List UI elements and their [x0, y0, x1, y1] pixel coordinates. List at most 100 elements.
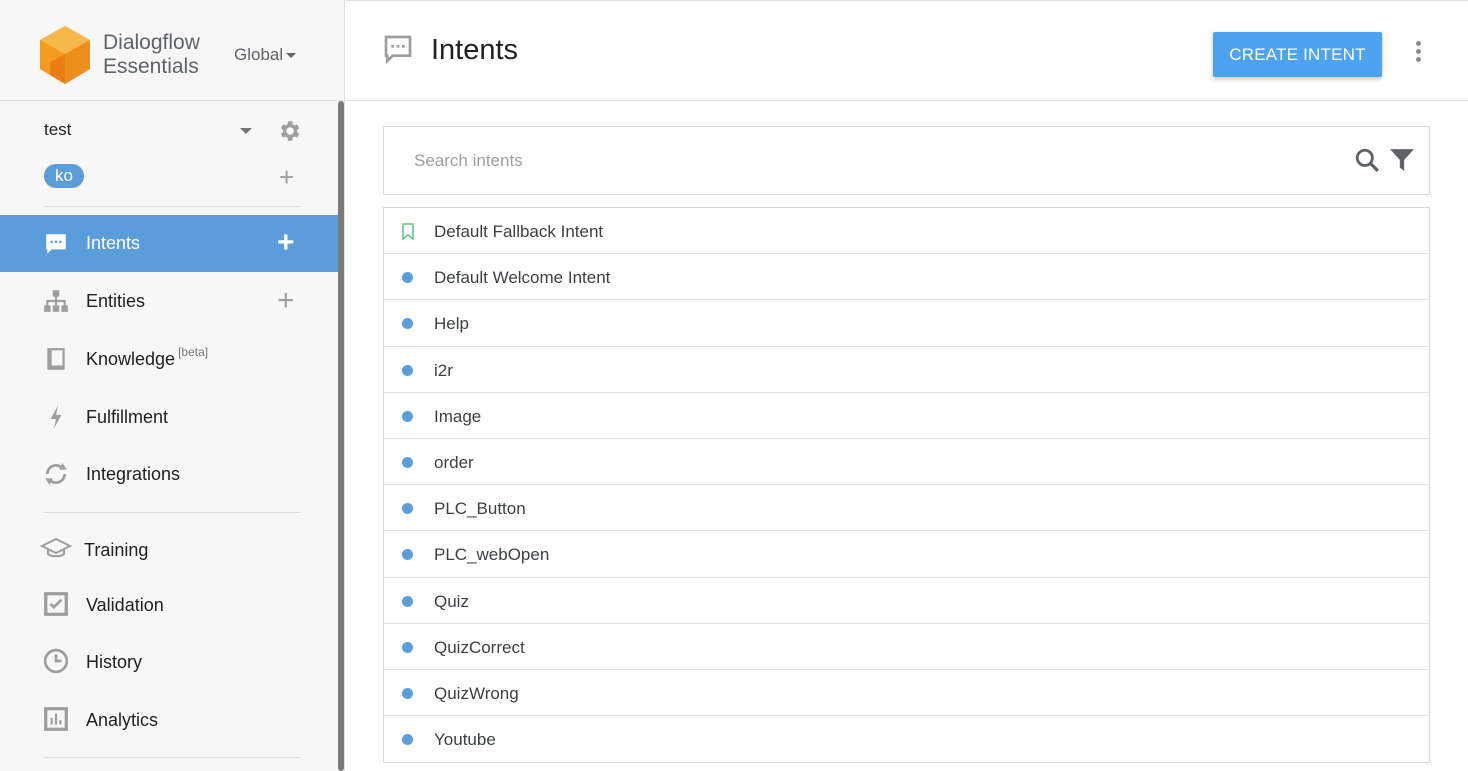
region-label: Global — [234, 45, 284, 64]
intent-row[interactable]: Help — [384, 300, 1429, 347]
intent-status-dot — [402, 456, 413, 468]
chat-icon — [46, 234, 66, 254]
intent-row[interactable]: QuizCorrect — [384, 624, 1429, 670]
bookmark-icon — [402, 223, 414, 240]
intent-name[interactable]: Default Fallback Intent — [434, 222, 603, 242]
filter-icon[interactable] — [1389, 147, 1415, 173]
check-box-icon — [44, 592, 68, 616]
intent-row[interactable]: PLC_webOpen — [384, 531, 1429, 578]
search-input[interactable] — [414, 149, 1314, 173]
sidebar-item-label: Intents — [86, 233, 141, 253]
divider — [44, 757, 301, 758]
intent-status-dot — [402, 687, 413, 699]
beta-badge: [beta] — [178, 345, 209, 359]
intent-row[interactable]: Default Welcome Intent — [384, 254, 1429, 301]
intent-row[interactable]: Youtube — [384, 716, 1429, 762]
intent-status-dot — [402, 503, 413, 515]
intent-row[interactable]: Quiz — [384, 578, 1429, 624]
dialogflow-logo-icon[interactable] — [40, 26, 90, 84]
intent-name[interactable]: Help — [434, 314, 469, 334]
sidebar: Dialogflow Essentials Global test ko + I… — [0, 0, 345, 771]
intent-row[interactable]: PLC_Button — [384, 485, 1429, 532]
intent-name[interactable]: PLC_Button — [434, 499, 526, 519]
sidebar-item-label: Knowledge — [86, 349, 176, 369]
search-bar — [383, 126, 1430, 195]
brand-name: Dialogflow Essentials — [103, 31, 200, 79]
chevron-down-icon — [286, 53, 297, 59]
hierarchy-icon — [44, 290, 68, 312]
sidebar-item-label: History — [86, 652, 143, 672]
clock-icon — [43, 648, 69, 674]
agent-selector[interactable]: test — [44, 118, 306, 142]
brand-line2: Essentials — [103, 55, 199, 78]
intent-status-dot — [402, 595, 413, 607]
sidebar-item-label-wrap: Knowledge [beta] — [86, 345, 208, 370]
intent-name[interactable]: PLC_webOpen — [434, 545, 549, 565]
page-title: Intents — [431, 34, 519, 66]
page-header: Intents CREATE INTENT — [346, 0, 1468, 101]
intent-row[interactable]: order — [384, 439, 1429, 486]
intent-name[interactable]: i2r — [434, 361, 453, 381]
intent-status-dot — [402, 641, 413, 653]
gear-icon[interactable] — [276, 118, 302, 144]
intent-name[interactable]: Default Welcome Intent — [434, 268, 610, 288]
intent-name[interactable]: Image — [434, 407, 481, 427]
intent-name[interactable]: QuizCorrect — [434, 638, 525, 658]
intent-row[interactable]: Default Fallback Intent — [384, 208, 1429, 255]
intent-status-dot — [402, 549, 413, 561]
intent-name[interactable]: QuizWrong — [434, 684, 519, 704]
search-icon[interactable] — [1354, 147, 1380, 173]
sidebar-item-entities[interactable]: Entities + — [0, 272, 338, 329]
brand-header: Dialogflow Essentials Global — [0, 0, 344, 101]
dot — [1415, 57, 1421, 62]
language-chip[interactable]: ko — [44, 164, 84, 188]
more-vert-icon[interactable] — [1410, 41, 1426, 65]
sidebar-item-analytics[interactable]: Analytics — [0, 690, 338, 747]
divider — [44, 512, 301, 513]
sidebar-item-label: Analytics — [86, 710, 159, 730]
graduation-cap-icon — [40, 537, 72, 558]
divider — [44, 206, 301, 207]
add-language-icon[interactable]: + — [279, 164, 294, 190]
intent-list: Default Fallback Intent Default Welcome … — [383, 207, 1430, 764]
intent-name[interactable]: order — [434, 453, 474, 473]
create-intent-button[interactable]: CREATE INTENT — [1213, 32, 1382, 77]
chevron-down-icon[interactable] — [240, 128, 252, 134]
sidebar-item-label: Training — [84, 540, 149, 560]
sidebar-item-validation[interactable]: Validation — [0, 575, 338, 632]
sidebar-item-knowledge[interactable]: Knowledge [beta] — [0, 330, 338, 387]
dot — [1415, 41, 1421, 46]
intent-status-dot — [402, 734, 413, 746]
intent-status-dot — [402, 410, 413, 422]
sidebar-scrollbar[interactable] — [338, 101, 344, 771]
sync-icon — [45, 463, 67, 485]
sidebar-item-label: Validation — [86, 595, 164, 615]
bolt-icon — [50, 405, 62, 429]
intent-status-dot — [402, 272, 413, 284]
brand-line1: Dialogflow — [103, 31, 200, 54]
intent-status-dot — [402, 364, 413, 376]
intent-row[interactable]: i2r — [384, 347, 1429, 393]
book-icon — [47, 348, 65, 370]
sidebar-item-fulfillment[interactable]: Fulfillment — [0, 388, 338, 445]
chat-icon — [384, 35, 412, 65]
add-entity-icon[interactable]: + — [277, 286, 295, 316]
sidebar-item-label: Fulfillment — [86, 407, 169, 427]
sidebar-item-intents[interactable]: Intents + — [0, 215, 338, 272]
bar-chart-icon — [44, 707, 68, 731]
intent-status-dot — [402, 318, 413, 330]
sidebar-item-label: Entities — [86, 291, 146, 311]
sidebar-item-integrations[interactable]: Integrations — [0, 445, 338, 502]
intent-row[interactable]: Image — [384, 393, 1429, 439]
intent-name[interactable]: Youtube — [434, 730, 496, 750]
add-intent-icon[interactable]: + — [277, 228, 295, 258]
sidebar-item-history[interactable]: History — [0, 632, 338, 689]
region-selector[interactable]: Global — [234, 45, 297, 65]
dot — [1415, 49, 1421, 54]
language-row: ko + — [44, 164, 306, 190]
intent-name[interactable]: Quiz — [434, 592, 469, 612]
intent-row[interactable]: QuizWrong — [384, 670, 1429, 717]
sidebar-item-training[interactable]: Training — [0, 520, 338, 577]
sidebar-item-label: Integrations — [86, 464, 181, 484]
agent-name: test — [44, 120, 72, 139]
